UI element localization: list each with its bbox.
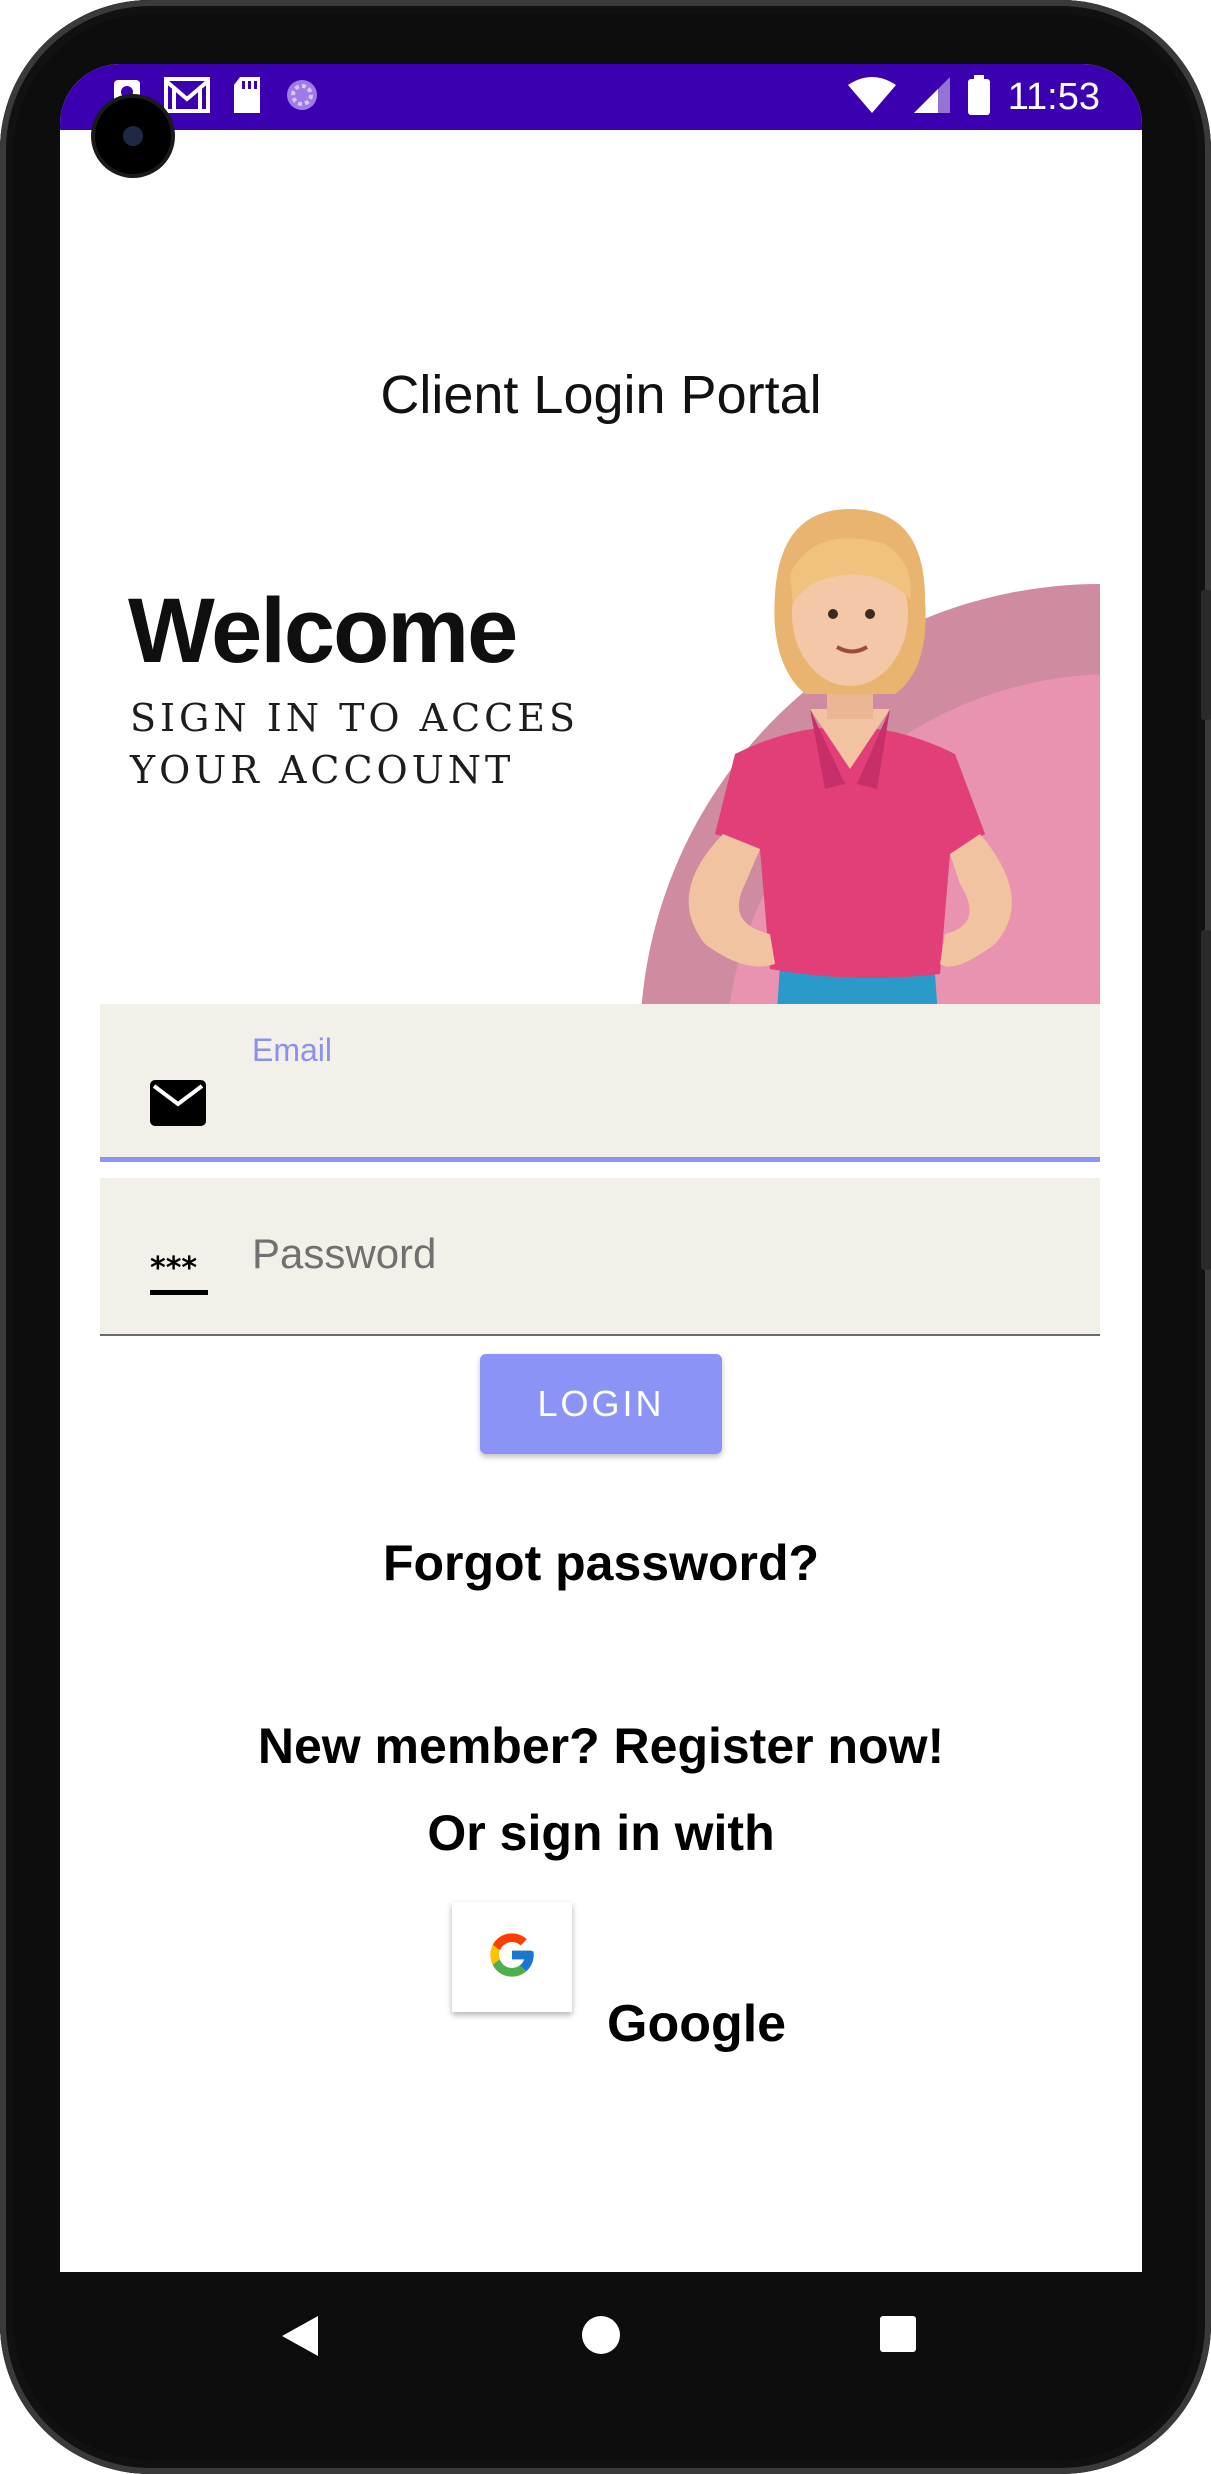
page-title: Client Login Portal bbox=[380, 365, 822, 425]
power-button bbox=[1201, 930, 1211, 1270]
front-camera bbox=[95, 98, 171, 174]
navigation-bar bbox=[60, 2272, 1142, 2402]
register-link[interactable]: New member? Register now! bbox=[60, 1717, 1142, 1775]
forgot-password-link[interactable]: Forgot password? bbox=[60, 1534, 1142, 1592]
recents-icon[interactable] bbox=[880, 2316, 916, 2357]
mail-icon bbox=[150, 1080, 206, 1131]
wifi-icon bbox=[847, 76, 896, 118]
gmail-icon bbox=[164, 76, 210, 118]
password-field[interactable]: *** Password bbox=[100, 1178, 1100, 1336]
welcome-subtitle: SIGN IN TO ACCES YOUR ACCOUNT bbox=[130, 696, 580, 792]
password-underline bbox=[100, 1334, 1100, 1336]
or-sign-in-text: Or sign in with bbox=[427, 1805, 775, 1861]
password-placeholder: Password bbox=[252, 1230, 437, 1277]
google-sign-in-button[interactable] bbox=[452, 1902, 572, 2012]
signal-icon bbox=[913, 76, 950, 118]
sd-card-icon bbox=[232, 76, 262, 118]
welcome-illustration bbox=[595, 504, 1100, 1044]
loading-icon bbox=[284, 77, 320, 118]
app-screen: 11:53 Client Login Portal Welcome SIGN I… bbox=[60, 64, 1142, 2272]
login-button[interactable]: LOGIN bbox=[480, 1354, 722, 1454]
welcome-heading: Welcome bbox=[128, 580, 518, 682]
email-label: Email bbox=[252, 1032, 333, 1068]
battery-icon bbox=[967, 74, 990, 120]
google-label[interactable]: Google bbox=[607, 1994, 786, 2054]
google-icon bbox=[486, 1929, 538, 1986]
home-icon[interactable] bbox=[582, 2316, 620, 2359]
email-underline bbox=[100, 1157, 1100, 1162]
password-icon: *** bbox=[150, 1251, 208, 1303]
back-icon[interactable] bbox=[282, 2316, 318, 2361]
svg-text:***: *** bbox=[150, 1254, 197, 1286]
status-time: 11:53 bbox=[1007, 75, 1100, 118]
status-bar: 11:53 bbox=[60, 64, 1142, 130]
email-field[interactable]: Email bbox=[100, 1004, 1100, 1162]
volume-button bbox=[1201, 590, 1211, 720]
